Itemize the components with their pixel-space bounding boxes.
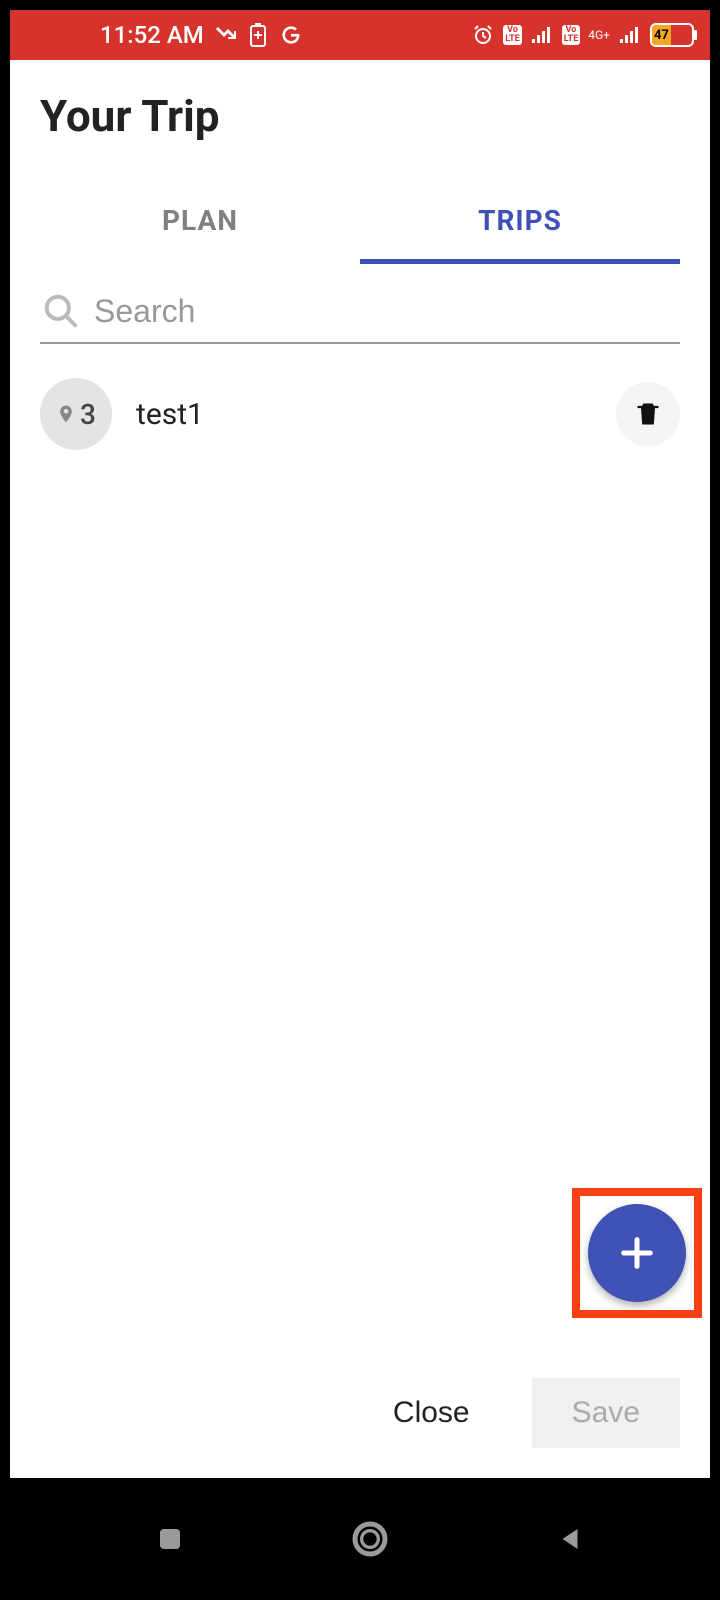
battery-icon: 47 (650, 23, 694, 47)
save-button[interactable]: Save (532, 1378, 680, 1448)
footer-actions: Close Save (371, 1378, 680, 1448)
pin-icon (56, 401, 76, 427)
google-icon (278, 22, 304, 48)
network-type-label: 4G+ (588, 30, 610, 40)
plus-icon (617, 1233, 657, 1273)
status-left: 11:52 AM (100, 21, 304, 49)
tabs: PLAN TRIPS (40, 182, 680, 264)
tab-trips[interactable]: TRIPS (360, 182, 680, 264)
trip-list: 3 test1 (40, 372, 680, 456)
add-trip-fab[interactable] (588, 1204, 686, 1302)
circle-icon (350, 1519, 390, 1559)
close-button[interactable]: Close (371, 1378, 492, 1448)
signal-icon-1 (530, 25, 554, 45)
triangle-back-icon (555, 1524, 585, 1554)
alarm-icon (471, 23, 495, 47)
nav-home-button[interactable] (340, 1509, 400, 1569)
trip-pin-badge: 3 (40, 378, 112, 450)
nav-recent-button[interactable] (140, 1509, 200, 1569)
signal-icon-2 (618, 25, 642, 45)
missed-call-icon (214, 23, 238, 47)
page-title: Your Trip (40, 90, 680, 142)
trash-icon (634, 398, 662, 430)
trip-item[interactable]: 3 test1 (40, 372, 680, 456)
tab-plan[interactable]: PLAN (40, 182, 360, 264)
status-right: VoLTE VoLTE 4G+ 47 (471, 23, 694, 47)
search-input[interactable] (94, 293, 680, 330)
nav-back-button[interactable] (540, 1509, 600, 1569)
fab-highlight (572, 1188, 702, 1318)
battery-saver-icon (248, 23, 268, 47)
search-field[interactable] (40, 282, 680, 344)
trip-pin-count: 3 (80, 398, 96, 431)
volte-icon-2: VoLTE (562, 25, 581, 45)
trip-name: test1 (136, 397, 204, 432)
delete-trip-button[interactable] (616, 382, 680, 446)
square-icon (155, 1524, 185, 1554)
status-bar: 11:52 AM VoLTE VoLTE (10, 10, 710, 60)
status-time: 11:52 AM (100, 21, 204, 49)
system-nav-bar (10, 1478, 720, 1600)
volte-icon-1: VoLTE (503, 25, 522, 45)
search-icon (40, 290, 82, 332)
